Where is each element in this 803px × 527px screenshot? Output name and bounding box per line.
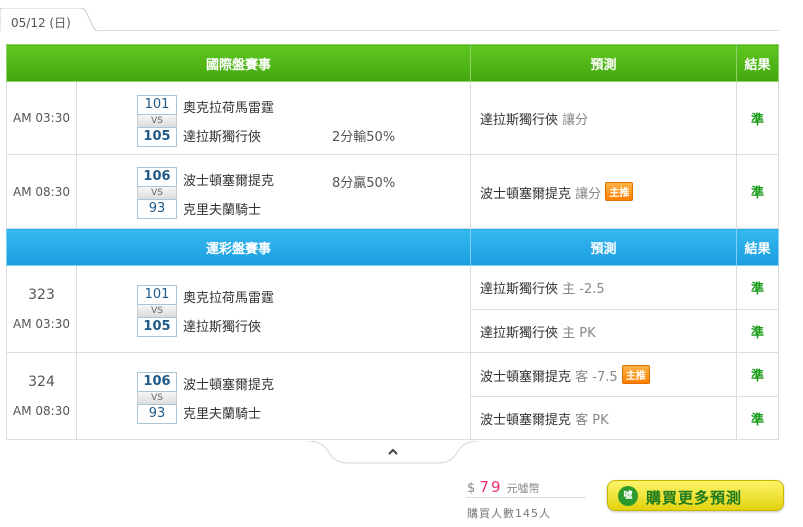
buy-more-predictions-button[interactable]: 噓 購買更多預測 [607,480,784,511]
prediction-line: 客 PK [575,412,609,428]
matchup-cell: 106 VS 93 波士頓塞爾提克 克里夫蘭騎士 [75,352,472,440]
game-time: AM 08:30 [13,404,70,418]
home-team-name: 克里夫蘭騎士 [183,203,262,218]
result-badge: 準 [736,265,780,310]
table-row: AM 08:30 106 VS 93 波士頓塞爾提克 克里夫蘭騎士 8分贏50%… [6,154,780,229]
vs-label: VS [137,392,177,404]
sport-section-title: 運彩盤賽事 [5,228,472,266]
prediction-team: 波士頓塞爾提克 [480,186,572,202]
prediction-team: 達拉斯獨行俠 [480,112,559,128]
away-team-name: 波士頓塞爾提克 [183,174,275,189]
collapse-toggle[interactable] [307,440,479,465]
prediction-team: 達拉斯獨行俠 [480,282,559,297]
sport-result-header: 結果 [736,228,780,266]
tab-divider [95,30,779,31]
home-team-name: 克里夫蘭騎士 [183,407,262,422]
game-time-cell: 323 AM 03:30 [6,265,77,353]
prediction-line: 客 -7.5 [575,369,618,385]
buyer-count: 購買人數145人 [467,507,551,520]
game-number: 323 [28,287,55,303]
prediction-team: 波士頓塞爾提克 [480,369,572,385]
intl-section-title: 國際盤賽事 [5,44,472,82]
table-row: 323 AM 03:30 101 VS 105 奧克拉荷馬雷霆 達拉斯獨行俠 達… [6,265,780,353]
vs-label: VS [137,187,177,199]
coin-icon: 噓 [618,486,638,506]
home-team-number: 93 [137,199,177,219]
home-team-name: 達拉斯獨行俠 [183,320,262,335]
odds-text: 8分贏50% [332,176,396,191]
prediction-cell: 波士頓塞爾提克 讓分 主推 [470,154,738,229]
game-time: AM 08:30 [6,154,77,229]
date-label: 05/12 (日) [11,16,71,30]
team-number-box: 106 VS 93 [137,372,177,424]
chevron-up-icon [388,448,398,455]
away-team-name: 波士頓塞爾提克 [183,378,275,393]
price-display: $ 79 元噓幣 [467,478,540,496]
team-number-box: 101 VS 105 [137,95,177,147]
home-team-name: 達拉斯獨行俠 [183,130,262,145]
currency-symbol: $ [467,481,476,496]
sport-header-row: 運彩盤賽事 預測 結果 [5,228,780,266]
matchup-cell: 106 VS 93 波士頓塞爾提克 克里夫蘭騎士 8分贏50% [75,154,472,229]
prediction-line: 主 PK [562,325,596,341]
away-team-name: 奧克拉荷馬雷霆 [183,291,275,306]
price-divider [466,497,586,498]
prediction-type: 讓分 [575,186,602,202]
intl-pred-header: 預測 [470,44,738,82]
sport-pred-header: 預測 [470,228,738,266]
buy-button-label: 購買更多預測 [646,489,743,507]
home-team-number: 93 [137,404,177,424]
away-team-number: 106 [137,167,177,187]
matchup-cell: 101 VS 105 奧克拉荷馬雷霆 達拉斯獨行俠 2分輸50% [75,81,472,155]
vs-label: VS [137,115,177,127]
game-number: 324 [28,374,55,390]
prediction-cell: 達拉斯獨行俠 主 PK [470,309,738,353]
prediction-cell: 達拉斯獨行俠 讓分 [470,81,738,155]
date-tab-bar: 05/12 (日) [0,0,803,34]
predictions-table: 國際盤賽事 預測 結果 AM 03:30 101 VS 105 奧克拉荷馬雷霆 … [5,44,780,440]
intl-header-row: 國際盤賽事 預測 結果 [5,44,780,82]
prediction-cell: 達拉斯獨行俠 主 -2.5 [470,265,738,310]
table-row: AM 03:30 101 VS 105 奧克拉荷馬雷霆 達拉斯獨行俠 2分輸50… [6,81,780,155]
prediction-team: 波士頓塞爾提克 [480,412,572,428]
result-badge: 準 [736,81,780,155]
prediction-cell: 波士頓塞爾提克 客 -7.5 主推 [470,352,738,397]
prediction-type: 讓分 [562,112,589,128]
prediction-team: 達拉斯獨行俠 [480,325,559,341]
home-team-number: 105 [137,127,177,147]
result-badge: 準 [736,396,780,440]
game-time: AM 03:30 [6,81,77,155]
matchup-cell: 101 VS 105 奧克拉荷馬雷霆 達拉斯獨行俠 [75,265,472,353]
price-amount: 79 [479,478,503,496]
away-team-number: 106 [137,372,177,392]
away-team-number: 101 [137,285,177,305]
game-time: AM 03:30 [13,317,70,331]
prediction-line: 主 -2.5 [562,282,605,297]
team-number-box: 106 VS 93 [137,167,177,219]
intl-result-header: 結果 [736,44,780,82]
game-time-cell: 324 AM 08:30 [6,352,77,440]
home-team-number: 105 [137,317,177,337]
away-team-number: 101 [137,95,177,115]
team-number-box: 101 VS 105 [137,285,177,337]
result-badge: 準 [736,154,780,229]
result-badge: 準 [736,309,780,353]
prediction-cell: 波士頓塞爾提克 客 PK [470,396,738,440]
result-badge: 準 [736,352,780,397]
vs-label: VS [137,305,177,317]
table-row: 324 AM 08:30 106 VS 93 波士頓塞爾提克 克里夫蘭騎士 波士… [6,352,780,440]
odds-text: 2分輸50% [332,130,396,145]
top-pick-badge: 主推 [605,181,634,201]
away-team-name: 奧克拉荷馬雷霆 [183,101,275,116]
price-unit: 元噓幣 [506,482,540,495]
top-pick-badge: 主推 [621,364,650,384]
